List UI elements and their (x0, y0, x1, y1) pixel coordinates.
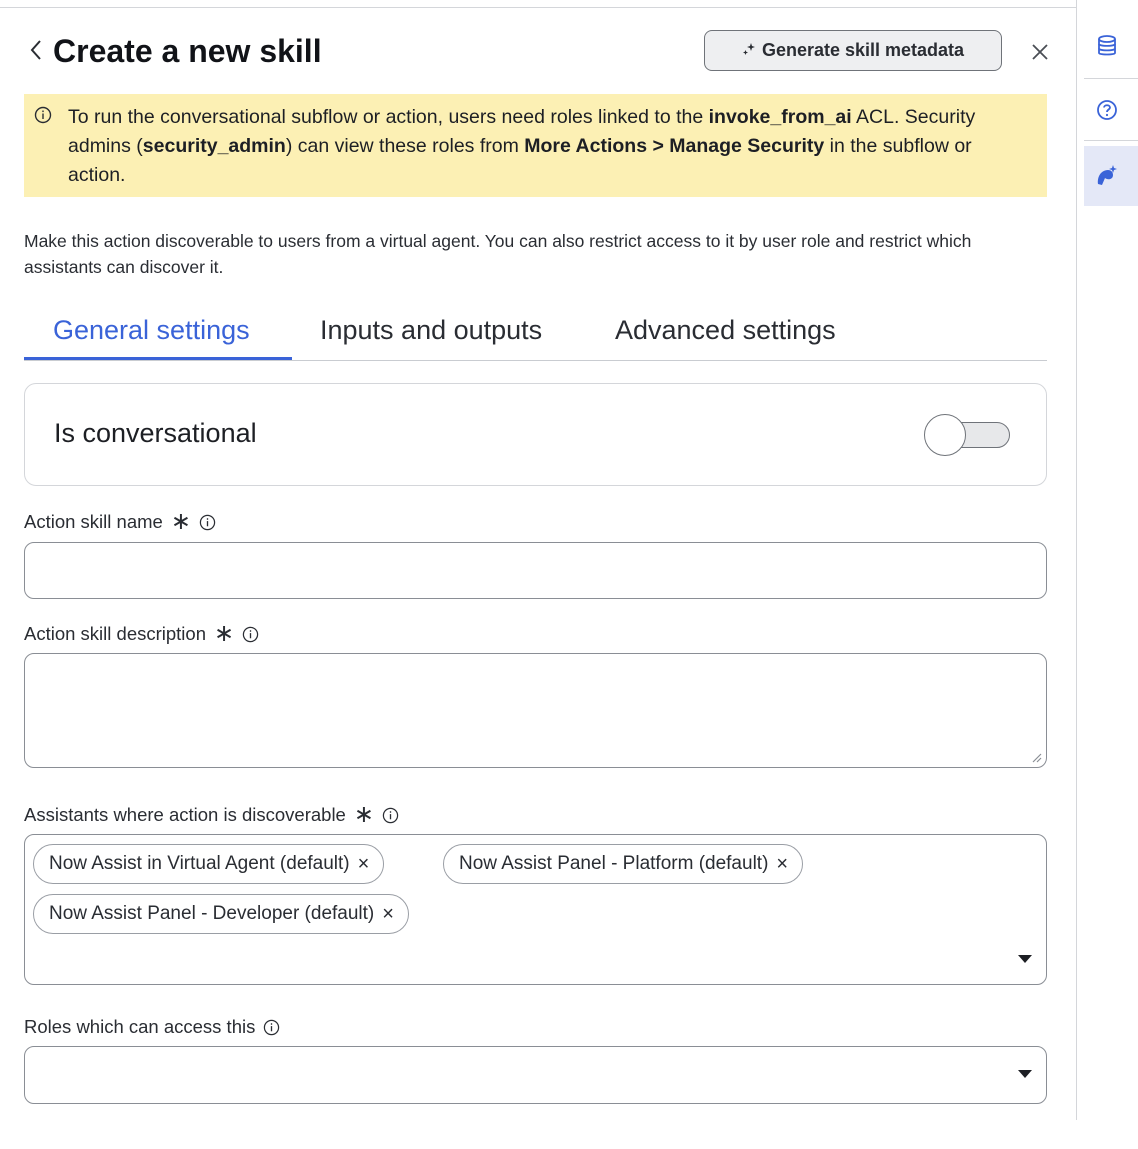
skill-name-input[interactable] (24, 542, 1047, 599)
assistant-chip-label: Now Assist Panel - Platform (default) (459, 853, 769, 874)
banner-role-name: security_admin (142, 135, 286, 157)
required-asterisk: ∗ (353, 801, 374, 828)
skill-description-label: Action skill description (24, 623, 206, 644)
dropdown-caret-icon[interactable] (1018, 1070, 1032, 1078)
info-icon (34, 106, 52, 124)
settings-tabs: General settings Inputs and outputs Adva… (24, 310, 1047, 361)
sparkle-icon (742, 42, 756, 59)
intro-text: Make this action discoverable to users f… (24, 231, 972, 277)
conversational-card: Is conversational (24, 383, 1047, 486)
skill-description-textarea[interactable] (24, 653, 1047, 768)
info-icon[interactable] (242, 626, 259, 643)
tab-general-settings[interactable]: General settings (53, 310, 250, 360)
info-icon[interactable] (263, 1019, 280, 1036)
banner-acl-name: invoke_from_ai (708, 106, 852, 128)
roles-label: Roles which can access this (24, 1016, 256, 1037)
required-asterisk: ∗ (170, 508, 191, 535)
rail-divider (1084, 78, 1138, 79)
banner-text-1: To run the conversational subflow or act… (68, 106, 709, 128)
acl-warning-banner: To run the conversational subflow or act… (24, 94, 1047, 197)
generate-skill-metadata-button[interactable]: Generate skill metadata (704, 30, 1002, 71)
toggle-knob (924, 414, 966, 456)
top-divider (0, 7, 1076, 8)
sidebar-divider (1076, 0, 1077, 1120)
active-tab-indicator (24, 357, 292, 360)
skill-name-label-row: Action skill name ∗ (24, 510, 216, 534)
help-icon[interactable] (1093, 96, 1121, 124)
assistants-label: Assistants where action is discoverable (24, 804, 346, 825)
skill-name-label: Action skill name (24, 511, 163, 532)
assistant-chip: Now Assist Panel - Developer (default) × (33, 894, 409, 934)
assistant-chip: Now Assist in Virtual Agent (default) × (33, 844, 385, 884)
assistants-multiselect[interactable]: Now Assist in Virtual Agent (default) × … (24, 834, 1047, 985)
remove-chip-icon[interactable]: × (382, 904, 394, 924)
remove-chip-icon[interactable]: × (776, 854, 788, 874)
assistant-chip-label: Now Assist Panel - Developer (default) (49, 903, 375, 924)
conversational-toggle[interactable] (924, 414, 1012, 458)
assistant-chip: Now Assist Panel - Platform (default) × (443, 844, 804, 884)
remove-chip-icon[interactable]: × (358, 854, 370, 874)
assistants-label-row: Assistants where action is discoverable … (24, 803, 399, 827)
chevron-left-icon (30, 40, 41, 60)
info-icon[interactable] (382, 807, 399, 824)
back-button[interactable] (22, 34, 50, 66)
conversational-label: Is conversational (54, 418, 257, 448)
resize-handle-icon[interactable] (1030, 751, 1042, 763)
tab-inputs-and-outputs[interactable]: Inputs and outputs (320, 310, 542, 360)
ai-skill-icon[interactable] (1093, 162, 1121, 190)
close-icon (1032, 44, 1048, 60)
info-icon[interactable] (199, 514, 216, 531)
banner-menu-path: More Actions > Manage Security (524, 135, 825, 157)
database-icon[interactable] (1093, 32, 1121, 60)
skill-description-label-row: Action skill description ∗ (24, 622, 259, 646)
dropdown-caret-icon[interactable] (1018, 955, 1032, 963)
close-button[interactable] (1026, 38, 1054, 66)
generate-skill-metadata-label: Generate skill metadata (761, 40, 965, 60)
required-asterisk: ∗ (214, 620, 235, 647)
roles-select[interactable] (24, 1046, 1047, 1104)
tab-advanced-settings[interactable]: Advanced settings (615, 310, 836, 360)
assistant-chip-label: Now Assist in Virtual Agent (default) (49, 853, 350, 874)
banner-text-3: ) can view these roles from (285, 135, 525, 157)
rail-divider (1084, 140, 1138, 141)
page-title: Create a new skill (53, 33, 322, 69)
roles-label-row: Roles which can access this (24, 1015, 280, 1039)
